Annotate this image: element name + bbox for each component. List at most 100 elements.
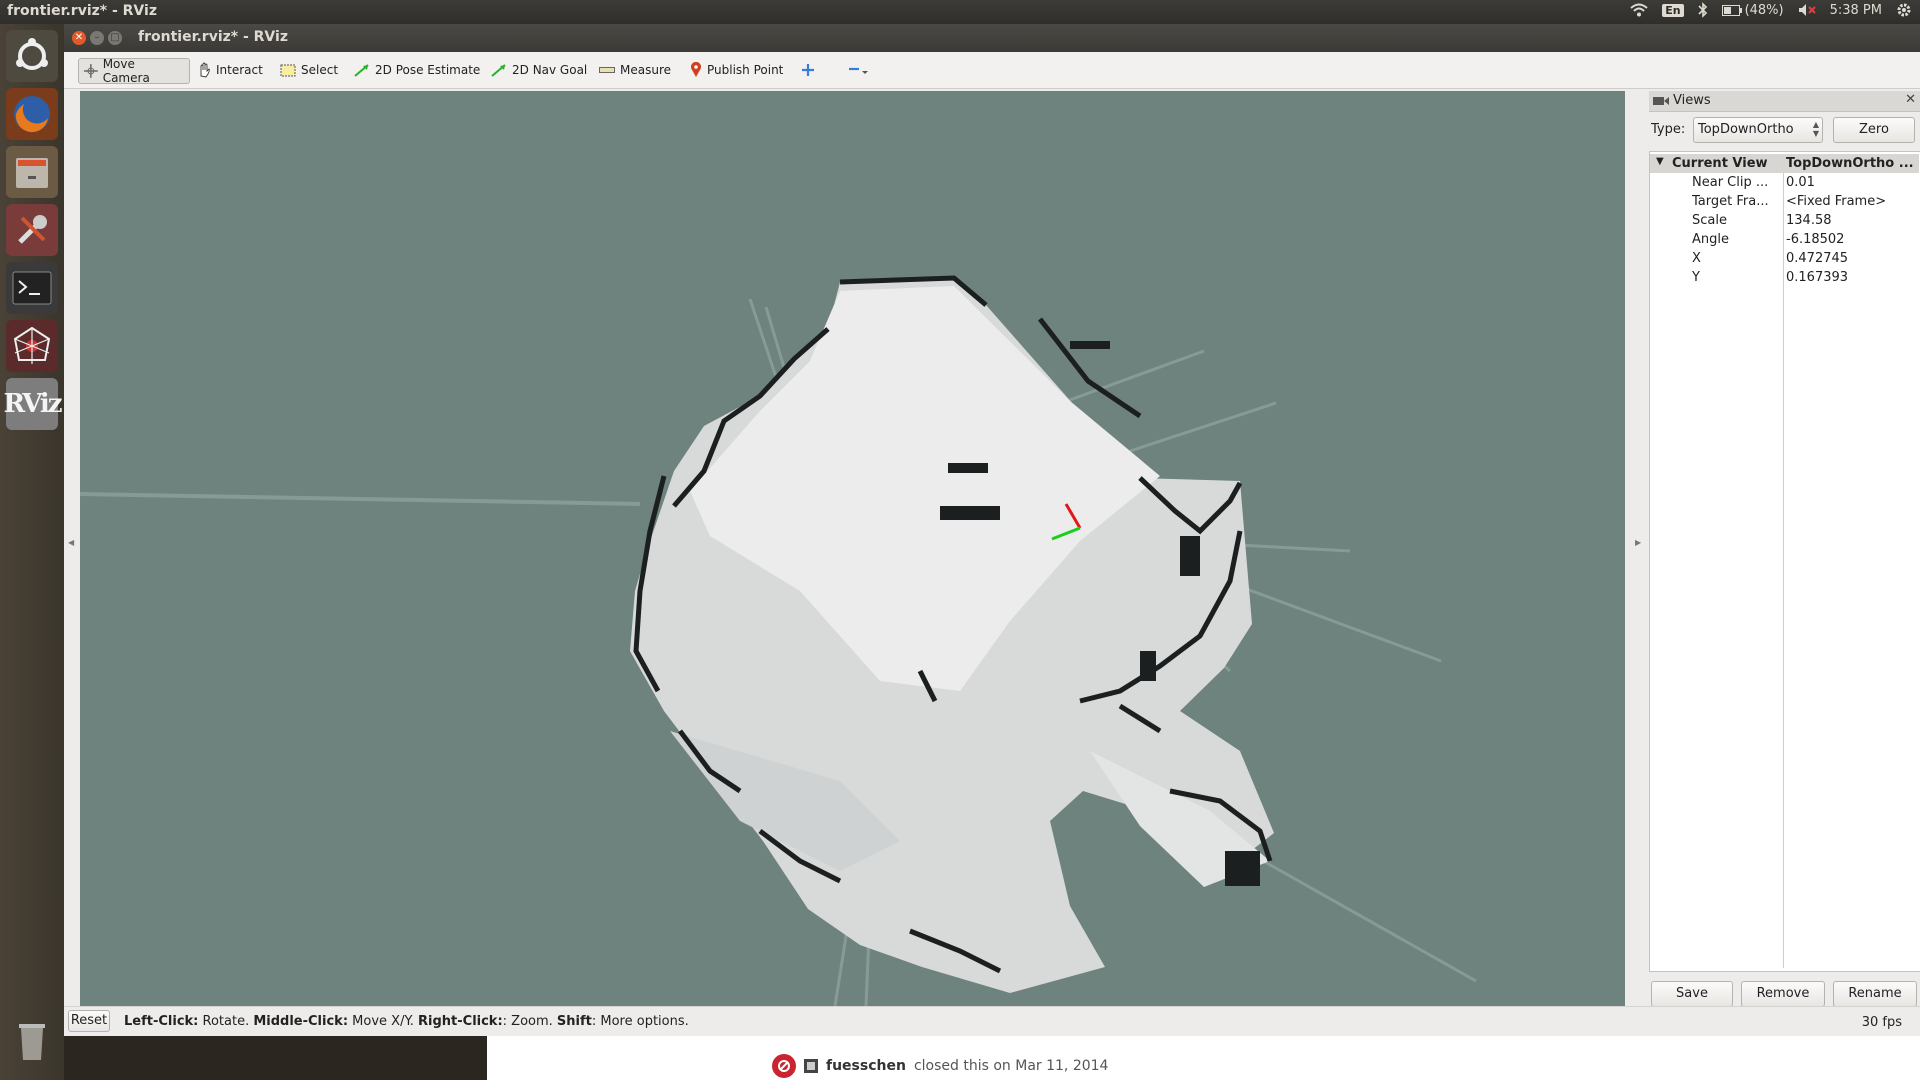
add-tool-button[interactable] xyxy=(796,58,820,82)
property-value[interactable]: 0.01 xyxy=(1786,175,1918,190)
hint-left-action: Rotate. xyxy=(198,1014,254,1029)
view-type-row: Type: TopDownOrtho ▲ ▼ Zero xyxy=(1649,117,1920,143)
hint-right-action: : Zoom. xyxy=(502,1014,557,1029)
timeline-text: closed this on Mar 11, 2014 xyxy=(913,1058,1109,1074)
bluetooth-icon[interactable] xyxy=(1697,2,1708,18)
save-view-button[interactable]: Save xyxy=(1651,981,1733,1007)
collapse-right-panel-arrow-icon[interactable]: ▶ xyxy=(1635,538,1641,547)
type-label: Type: xyxy=(1651,122,1686,137)
battery-indicator[interactable]: (48%) xyxy=(1721,2,1784,18)
launcher-dash-button[interactable] xyxy=(6,30,58,82)
current-view-header-row[interactable]: ▼ Current View TopDownOrtho ... xyxy=(1650,154,1919,173)
launcher-rviz[interactable]: RViz xyxy=(3,378,63,430)
camera-icon xyxy=(1653,97,1669,105)
launcher-files[interactable] xyxy=(6,146,58,198)
rviz-logo-icon: RViz xyxy=(3,389,62,419)
wifi-icon[interactable] xyxy=(1630,3,1648,17)
tool-interact[interactable]: Interact xyxy=(192,58,268,82)
tools-toolbar: Move Camera Interact Select 2D Pose Esti… xyxy=(64,52,1920,89)
render-viewport[interactable] xyxy=(80,91,1625,1006)
select-box-icon xyxy=(280,64,296,76)
tool-label: Move Camera xyxy=(102,57,150,85)
tool-label: Select xyxy=(301,63,339,77)
property-row-y[interactable]: Y 0.167393 xyxy=(1650,268,1919,287)
view-properties-tree: ▼ Current View TopDownOrtho ... Near Cli… xyxy=(1649,151,1920,972)
collapse-arrow-icon[interactable]: ▼ xyxy=(1656,156,1664,167)
volume-muted-icon[interactable] xyxy=(1798,3,1816,17)
spinner-arrows-icon: ▲ ▼ xyxy=(1812,120,1819,138)
property-value[interactable]: 0.472745 xyxy=(1786,251,1918,266)
closed-issue-icon xyxy=(772,1054,796,1078)
tool-measure[interactable]: Measure xyxy=(594,58,676,82)
tool-label: Interact xyxy=(216,63,263,77)
occupancy-grid-map[interactable] xyxy=(80,91,1625,1006)
zero-button[interactable]: Zero xyxy=(1833,117,1915,143)
firefox-icon xyxy=(14,96,50,133)
settings-gear-icon[interactable] xyxy=(1896,2,1912,18)
reset-button[interactable]: Reset xyxy=(68,1010,110,1032)
launcher-rqt[interactable] xyxy=(6,320,58,372)
views-panel-title: Views xyxy=(1673,93,1711,108)
tool-select[interactable]: Select xyxy=(275,58,343,82)
tool-2d-pose-estimate[interactable]: 2D Pose Estimate xyxy=(349,58,485,82)
property-value[interactable]: -6.18502 xyxy=(1786,232,1918,247)
active-app-title: frontier.rviz* - RViz xyxy=(7,3,157,19)
close-panel-icon[interactable]: ✕ xyxy=(1905,92,1916,107)
property-row-near-clip[interactable]: Near Clip ... 0.01 xyxy=(1650,173,1919,192)
ubuntu-logo-icon xyxy=(16,38,48,70)
battery-percentage: (48%) xyxy=(1744,2,1784,18)
unity-launcher: RViz xyxy=(0,24,64,1080)
property-row-scale[interactable]: Scale 134.58 xyxy=(1650,211,1919,230)
system-indicators: En (48%) 5:38 PM xyxy=(1630,2,1912,18)
rename-view-button[interactable]: Rename xyxy=(1833,981,1917,1007)
view-type-select[interactable]: TopDownOrtho ▲ ▼ xyxy=(1693,117,1823,143)
column-divider[interactable] xyxy=(1783,173,1784,968)
minimize-window-button[interactable]: – xyxy=(90,31,104,45)
tool-label: 2D Nav Goal xyxy=(512,63,588,77)
current-view-type: TopDownOrtho ... xyxy=(1786,156,1914,171)
tool-move-camera[interactable]: Move Camera xyxy=(78,57,190,85)
launcher-firefox[interactable] xyxy=(6,88,58,140)
battery-icon xyxy=(1721,4,1742,16)
close-window-button[interactable]: ✕ xyxy=(72,31,86,45)
rviz-window: ✕ – □ frontier.rviz* - RViz Move Camera … xyxy=(64,24,1920,1037)
hint-right-click: Right-Click: xyxy=(418,1014,503,1029)
tool-2d-nav-goal[interactable]: 2D Nav Goal xyxy=(486,58,592,82)
launcher-system-settings[interactable] xyxy=(6,204,58,256)
free-space xyxy=(630,278,1274,993)
wrench-screwdriver-icon xyxy=(18,215,47,244)
clock[interactable]: 5:38 PM xyxy=(1830,3,1882,18)
hint-middle-click: Middle-Click: xyxy=(253,1014,349,1029)
expand-left-panel-arrow-icon[interactable]: ◀ xyxy=(68,538,74,547)
window-title: frontier.rviz* - RViz xyxy=(138,29,288,45)
file-cabinet-icon xyxy=(16,158,48,188)
remove-view-button[interactable]: Remove xyxy=(1741,981,1825,1007)
launcher-terminal[interactable] xyxy=(6,262,58,314)
property-row-angle[interactable]: Angle -6.18502 xyxy=(1650,230,1919,249)
keyboard-layout-indicator[interactable]: En xyxy=(1662,3,1684,17)
background-dark-image xyxy=(64,1036,487,1080)
hand-icon xyxy=(200,62,210,78)
property-row-target-frame[interactable]: Target Fra... <Fixed Frame> xyxy=(1650,192,1919,211)
trash-icon xyxy=(19,1024,45,1060)
remove-tool-button[interactable] xyxy=(842,58,874,82)
launcher-trash[interactable] xyxy=(6,1014,58,1066)
displays-panel-collapsed: ◀ xyxy=(64,91,80,1006)
maximize-window-button[interactable]: □ xyxy=(108,31,122,45)
property-value[interactable]: <Fixed Frame> xyxy=(1786,194,1918,209)
tool-label: Publish Point xyxy=(707,63,784,77)
property-value[interactable]: 134.58 xyxy=(1786,213,1918,228)
ruler-icon xyxy=(599,67,615,73)
current-view-label: Current View xyxy=(1672,156,1768,171)
property-key: Near Clip ... xyxy=(1692,175,1769,190)
window-titlebar: ✕ – □ frontier.rviz* - RViz xyxy=(64,24,1920,52)
tool-publish-point[interactable]: Publish Point xyxy=(685,58,788,82)
timeline-user[interactable]: fuesschen xyxy=(826,1058,906,1074)
green-arrow-icon xyxy=(354,64,369,77)
property-row-x[interactable]: X 0.472745 xyxy=(1650,249,1919,268)
hint-middle-action: Move X/Y. xyxy=(348,1014,419,1029)
fps-counter: 30 fps xyxy=(1861,1015,1902,1030)
property-value[interactable]: 0.167393 xyxy=(1786,270,1918,285)
background-browser-page: fuesschen closed this on Mar 11, 2014 xyxy=(64,1036,1920,1080)
green-arrow-icon xyxy=(491,64,506,77)
